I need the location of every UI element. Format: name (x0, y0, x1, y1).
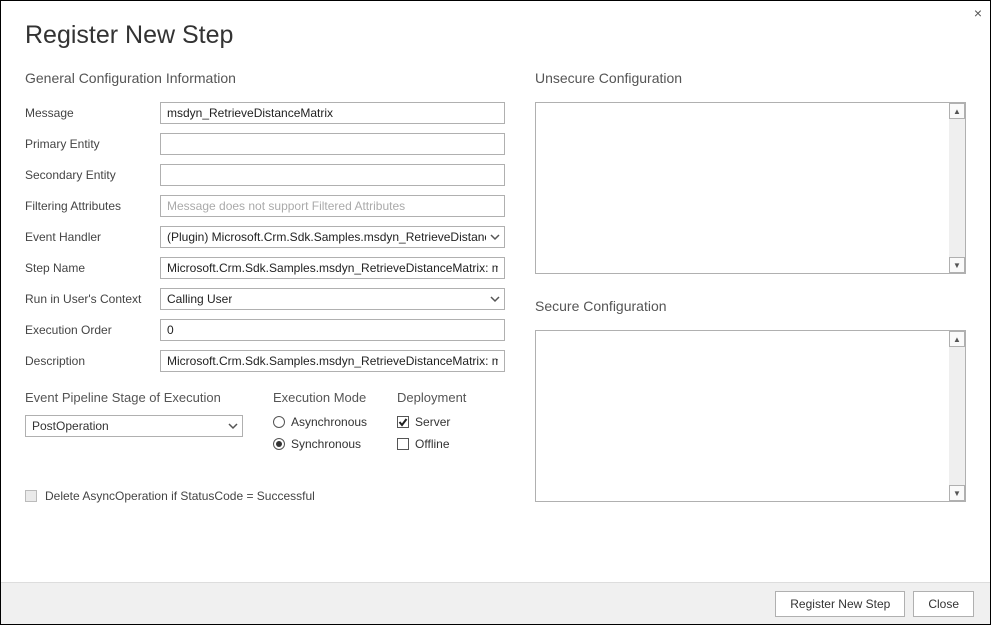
close-button[interactable]: Close (913, 591, 974, 617)
event-handler-select[interactable]: (Plugin) Microsoft.Crm.Sdk.Samples.msdyn… (160, 226, 505, 248)
run-context-label: Run in User's Context (25, 292, 160, 306)
step-name-label: Step Name (25, 261, 160, 275)
async-radio-row[interactable]: Asynchronous (273, 415, 367, 429)
run-context-value: Calling User (167, 292, 232, 306)
pipeline-stage-column: Event Pipeline Stage of Execution PostOp… (25, 390, 243, 459)
footer: Register New Step Close (1, 582, 990, 624)
scroll-up-icon[interactable]: ▲ (949, 331, 965, 347)
server-check-row[interactable]: Server (397, 415, 466, 429)
execution-order-input[interactable] (160, 319, 505, 341)
secure-config-textarea[interactable]: ▲ ▼ (535, 330, 966, 502)
async-radio-label: Asynchronous (291, 415, 367, 429)
chevron-down-icon (490, 232, 500, 242)
radio-icon (273, 416, 285, 428)
description-label: Description (25, 354, 160, 368)
checkbox-checked-icon (397, 416, 409, 428)
unsecure-heading: Unsecure Configuration (535, 70, 966, 86)
message-label: Message (25, 106, 160, 120)
pipeline-heading: Event Pipeline Stage of Execution (25, 390, 243, 405)
description-input[interactable] (160, 350, 505, 372)
offline-check-row[interactable]: Offline (397, 437, 466, 451)
unsecure-config-textarea[interactable]: ▲ ▼ (535, 102, 966, 274)
radio-checked-icon (273, 438, 285, 450)
execution-mode-column: Execution Mode Asynchronous Synchronous (273, 390, 367, 459)
page-title: Register New Step (25, 21, 966, 50)
deployment-column: Deployment Server Offline (397, 390, 466, 459)
general-heading: General Configuration Information (25, 70, 505, 86)
pipeline-stage-select[interactable]: PostOperation (25, 415, 243, 437)
server-check-label: Server (415, 415, 450, 429)
execution-order-label: Execution Order (25, 323, 160, 337)
execution-mode-heading: Execution Mode (273, 390, 367, 405)
primary-entity-input[interactable] (160, 133, 505, 155)
scroll-down-icon[interactable]: ▼ (949, 257, 965, 273)
sync-radio-label: Synchronous (291, 437, 361, 451)
secure-heading: Secure Configuration (535, 298, 966, 314)
step-name-input[interactable] (160, 257, 505, 279)
dialog-body: Register New Step General Configuration … (1, 1, 990, 526)
message-input[interactable] (160, 102, 505, 124)
delete-async-row[interactable]: Delete AsyncOperation if StatusCode = Su… (25, 489, 505, 503)
checkbox-disabled-icon (25, 490, 37, 502)
primary-entity-label: Primary Entity (25, 137, 160, 151)
deployment-heading: Deployment (397, 390, 466, 405)
close-icon[interactable]: × (974, 5, 982, 21)
left-column: General Configuration Information Messag… (25, 70, 505, 526)
checkbox-icon (397, 438, 409, 450)
pipeline-stage-value: PostOperation (32, 419, 109, 433)
scroll-down-icon[interactable]: ▼ (949, 485, 965, 501)
right-column: Unsecure Configuration ▲ ▼ Secure Config… (535, 70, 966, 526)
filtering-attributes-input[interactable] (160, 195, 505, 217)
scrollbar[interactable]: ▲ ▼ (949, 331, 965, 501)
event-handler-value: (Plugin) Microsoft.Crm.Sdk.Samples.msdyn… (167, 230, 486, 244)
event-handler-label: Event Handler (25, 230, 160, 244)
secondary-entity-label: Secondary Entity (25, 168, 160, 182)
sync-radio-row[interactable]: Synchronous (273, 437, 367, 451)
secondary-entity-input[interactable] (160, 164, 505, 186)
scroll-up-icon[interactable]: ▲ (949, 103, 965, 119)
delete-async-label: Delete AsyncOperation if StatusCode = Su… (45, 489, 315, 503)
run-context-select[interactable]: Calling User (160, 288, 505, 310)
chevron-down-icon (490, 294, 500, 304)
offline-check-label: Offline (415, 437, 449, 451)
register-button[interactable]: Register New Step (775, 591, 905, 617)
scrollbar[interactable]: ▲ ▼ (949, 103, 965, 273)
filtering-attributes-label: Filtering Attributes (25, 199, 160, 213)
chevron-down-icon (228, 421, 238, 431)
